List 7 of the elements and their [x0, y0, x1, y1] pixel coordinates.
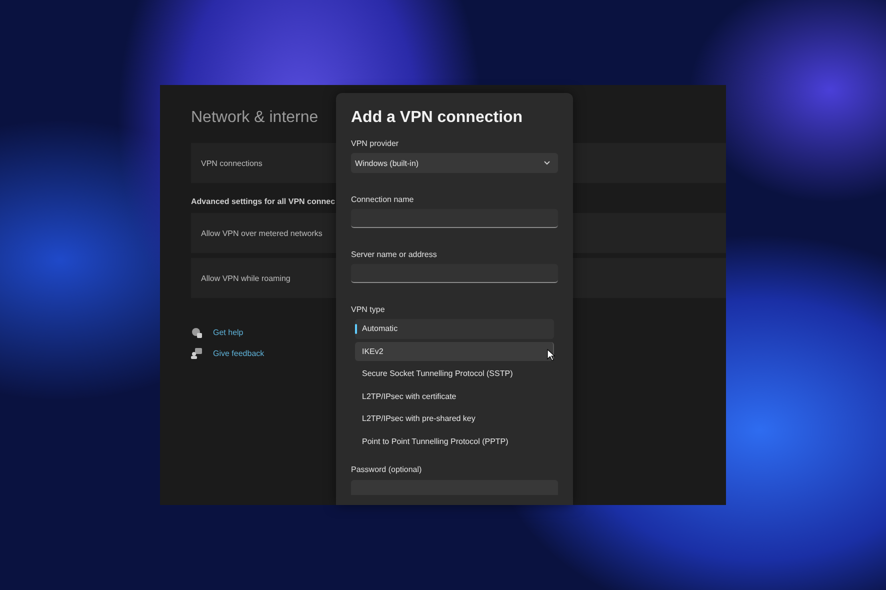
- field-label: VPN type: [351, 305, 386, 314]
- section-heading: Advanced settings for all VPN connec: [191, 197, 336, 206]
- dialog-title: Add a VPN connection: [351, 109, 524, 127]
- page-title: Network & interne: [191, 109, 318, 128]
- field-label: Password (optional): [351, 465, 423, 474]
- field-label: Connection name: [351, 195, 415, 204]
- field-label: Server name or address: [351, 250, 438, 259]
